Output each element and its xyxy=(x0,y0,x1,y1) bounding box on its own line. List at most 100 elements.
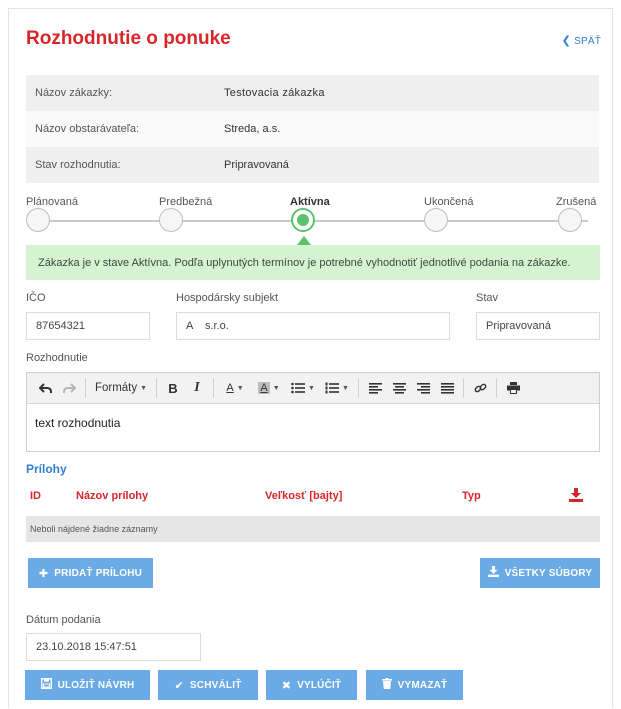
info-row: Stav rozhodnutia: Pripravovaná xyxy=(26,147,599,183)
formats-dropdown[interactable]: Formáty ▼ xyxy=(92,377,150,399)
bold-icon[interactable]: B xyxy=(163,377,183,399)
info-value: Streda, a.s. xyxy=(224,123,281,135)
caret-down-icon: ▼ xyxy=(140,384,148,392)
column-type[interactable]: Typ xyxy=(462,490,481,502)
bullet-list-icon xyxy=(291,382,306,394)
editor-content[interactable]: text rozhodnutia xyxy=(27,404,599,442)
step-finished: Ukončená xyxy=(424,196,504,232)
align-right-icon[interactable] xyxy=(413,377,433,399)
status-field[interactable]: Pripravovaná xyxy=(476,312,600,340)
delete-button[interactable]: VYMAZAŤ xyxy=(366,670,463,700)
text-color-icon: A xyxy=(226,382,234,394)
info-table: Názov zákazky: Testovacia zákazka Názov … xyxy=(26,75,599,183)
toolbar-separator xyxy=(358,378,359,398)
step-circle xyxy=(26,208,50,232)
step-cancelled: Zrušená xyxy=(556,196,621,232)
check-icon: ✔ xyxy=(174,679,184,692)
toolbar-separator xyxy=(213,378,214,398)
status-alert: Zákazka je v stave Aktívna. Podľa uplynu… xyxy=(26,245,600,280)
back-link-label: SPÄŤ xyxy=(574,36,601,47)
date-field[interactable]: 23.10.2018 15:47:51 xyxy=(26,633,201,661)
subject-label: Hospodársky subjekt xyxy=(176,292,279,304)
attachments-title: Prílohy xyxy=(26,462,67,476)
background-color-icon: A xyxy=(258,382,270,394)
all-files-label: VŠETKY SÚBORY xyxy=(504,567,593,579)
formats-label: Formáty xyxy=(94,382,138,394)
step-circle-current xyxy=(291,208,315,232)
step-label: Aktívna xyxy=(290,196,330,208)
back-link[interactable]: ❮ SPÄŤ xyxy=(562,34,601,47)
column-size[interactable]: Veľkosť [bajty] xyxy=(265,490,342,502)
current-step-pointer xyxy=(297,236,311,245)
ico-field[interactable]: 87654321 xyxy=(26,312,150,340)
step-active: Aktívna xyxy=(290,196,370,232)
page-title: Rozhodnutie o ponuke xyxy=(26,28,231,49)
redo-icon[interactable] xyxy=(59,377,79,399)
trash-icon xyxy=(381,678,392,692)
numbered-list-button[interactable]: ▼ xyxy=(322,377,352,399)
text-color-button[interactable]: A ▼ xyxy=(220,377,250,399)
chevron-left-icon: ❮ xyxy=(561,35,572,47)
plus-icon: ✚ xyxy=(38,567,49,580)
step-label: Predbežná xyxy=(159,196,213,208)
empty-table-message: Neboli nájdené žiadne záznamy xyxy=(26,516,600,542)
attachments-table-header: ID Názov prílohy Veľkosť [bajty] Typ xyxy=(26,488,600,508)
print-icon[interactable] xyxy=(503,377,523,399)
toolbar-separator xyxy=(156,378,157,398)
add-attachment-label: PRIDAŤ PRÍLOHU xyxy=(54,567,143,579)
toolbar-separator xyxy=(463,378,464,398)
info-value: Pripravovaná xyxy=(224,159,289,171)
undo-icon[interactable] xyxy=(35,377,55,399)
download-icon[interactable] xyxy=(569,488,583,505)
editor-toolbar: Formáty ▼ B I A ▼ A ▼ ▼ ▼ xyxy=(27,373,599,404)
approve-button[interactable]: ✔ SCHVÁLIŤ xyxy=(158,670,258,700)
delete-label: VYMAZAŤ xyxy=(397,679,448,691)
background-color-button[interactable]: A ▼ xyxy=(254,377,284,399)
toolbar-separator xyxy=(85,378,86,398)
close-icon: ✖ xyxy=(281,679,292,692)
align-justify-icon[interactable] xyxy=(437,377,457,399)
step-label: Zrušená xyxy=(556,196,597,208)
status-stepper: Plánovaná Predbežná Aktívna Ukončená Zru… xyxy=(26,196,600,240)
numbered-list-icon xyxy=(325,382,340,394)
ico-label: IČO xyxy=(26,292,46,304)
info-label: Názov zákazky: xyxy=(35,87,113,99)
save-draft-button[interactable]: ULOŽIŤ NÁVRH xyxy=(25,670,150,700)
align-center-icon[interactable] xyxy=(389,377,409,399)
info-label: Názov obstarávateľa: xyxy=(35,123,140,135)
step-circle xyxy=(424,208,448,232)
step-circle xyxy=(159,208,183,232)
caret-down-icon: ▼ xyxy=(236,384,244,392)
save-draft-label: ULOŽIŤ NÁVRH xyxy=(57,679,135,691)
info-row: Názov obstarávateľa: Streda, a.s. xyxy=(26,111,599,147)
align-left-icon[interactable] xyxy=(365,377,385,399)
status-label: Stav xyxy=(476,292,499,304)
bullet-list-button[interactable]: ▼ xyxy=(288,377,318,399)
exclude-label: VYLÚČIŤ xyxy=(297,679,342,691)
step-planned: Plánovaná xyxy=(26,196,106,232)
save-icon xyxy=(40,677,52,692)
step-label: Plánovaná xyxy=(26,196,78,208)
caret-down-icon: ▼ xyxy=(272,384,280,392)
subject-field[interactable]: A s.r.o. xyxy=(176,312,450,340)
add-attachment-button[interactable]: ✚ PRIDAŤ PRÍLOHU xyxy=(28,558,153,588)
step-circle xyxy=(558,208,582,232)
step-label: Ukončená xyxy=(424,196,474,208)
approve-label: SCHVÁLIŤ xyxy=(189,679,242,691)
decision-editor[interactable]: Formáty ▼ B I A ▼ A ▼ ▼ ▼ text rozhodnutia xyxy=(26,372,600,452)
date-label: Dátum podania xyxy=(26,614,101,626)
link-icon[interactable] xyxy=(470,377,490,399)
decision-label: Rozhodnutie xyxy=(26,352,88,364)
column-name[interactable]: Názov prílohy xyxy=(76,490,148,502)
toolbar-separator xyxy=(496,378,497,398)
exclude-button[interactable]: ✖ VYLÚČIŤ xyxy=(266,670,357,700)
italic-icon[interactable]: I xyxy=(187,377,207,399)
info-label: Stav rozhodnutia: xyxy=(35,159,121,171)
info-value: Testovacia zákazka xyxy=(224,87,325,99)
info-row: Názov zákazky: Testovacia zákazka xyxy=(26,75,599,111)
caret-down-icon: ▼ xyxy=(308,384,315,392)
step-preliminary: Predbežná xyxy=(159,196,239,232)
column-id[interactable]: ID xyxy=(30,490,41,502)
all-files-button[interactable]: VŠETKY SÚBORY xyxy=(480,558,600,588)
download-icon xyxy=(487,566,499,580)
